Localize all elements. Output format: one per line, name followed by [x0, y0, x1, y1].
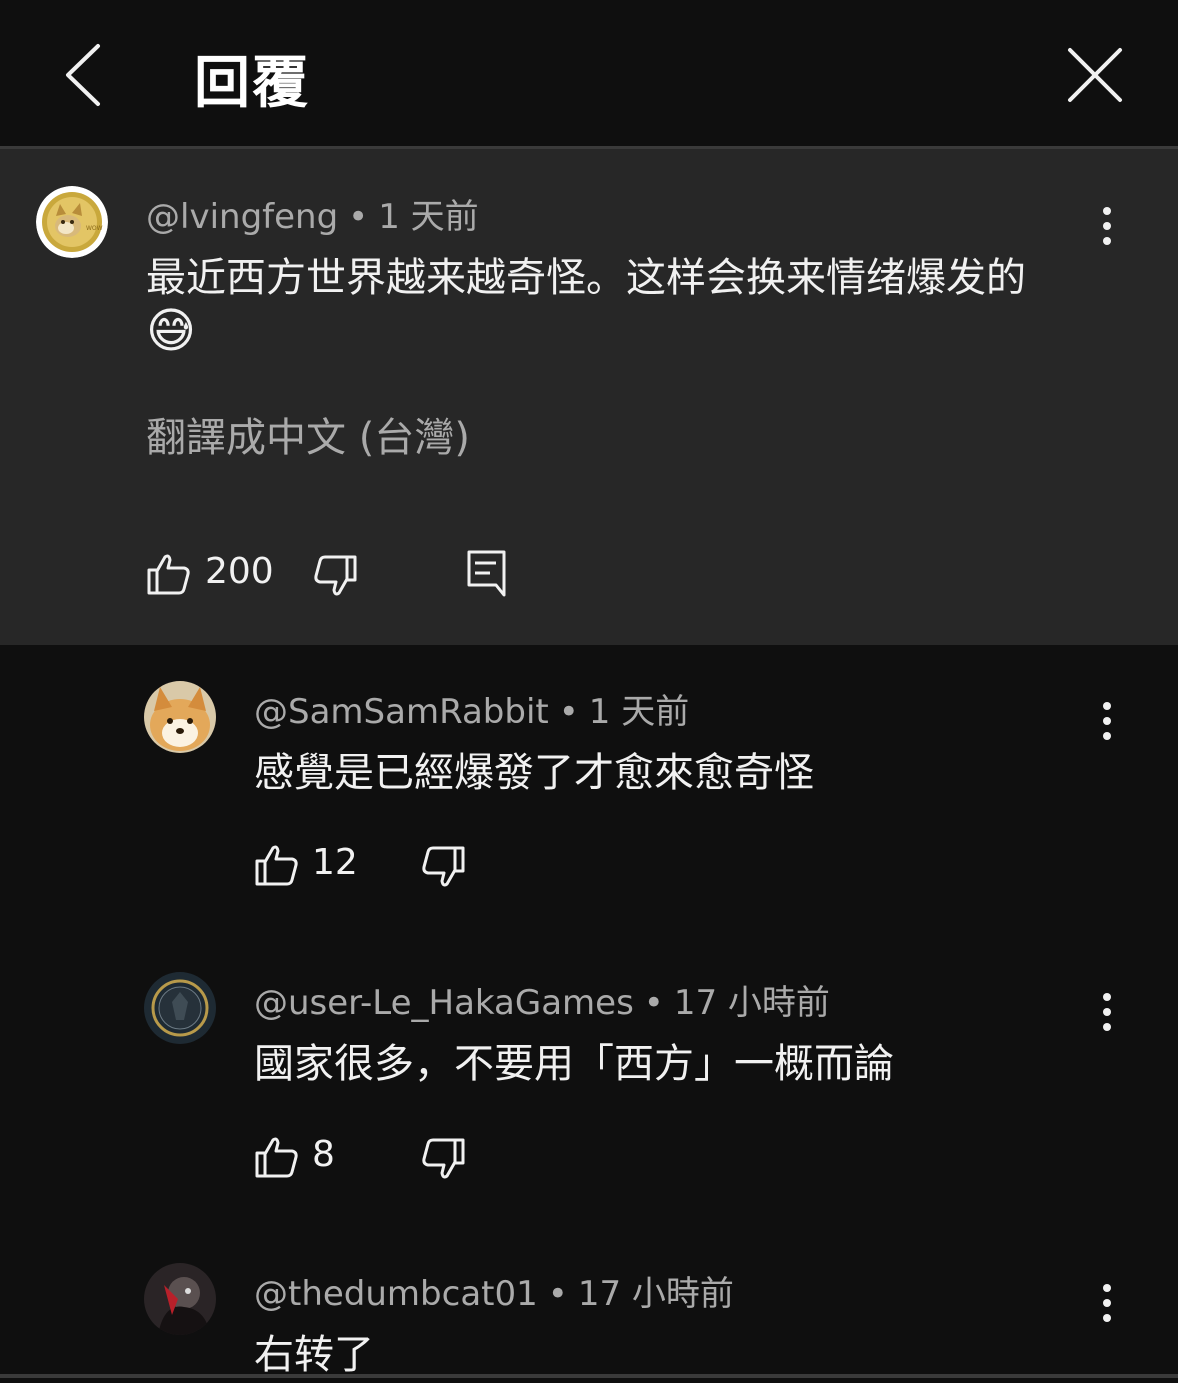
comment-text: 感覺是已經爆發了才愈來愈奇怪: [254, 750, 814, 796]
more-vert-icon-dot: [1103, 1023, 1111, 1031]
avatar[interactable]: WOW: [36, 186, 108, 258]
close-icon: [1068, 48, 1122, 102]
more-vert-icon: [1103, 207, 1111, 215]
emoji-sweat-smile: 😅: [146, 303, 197, 359]
meta-separator: •: [348, 197, 369, 237]
doge-coin-avatar-icon: WOW: [36, 186, 108, 258]
thumbs-up-icon: [147, 554, 190, 595]
like-count: 200: [205, 551, 274, 592]
dislike-button[interactable]: [420, 844, 466, 890]
comment-time: 1 天前: [378, 197, 479, 237]
thumbs-up-icon: [255, 1137, 298, 1178]
like-button[interactable]: [254, 842, 300, 888]
thumbs-down-icon: [422, 1138, 465, 1179]
dislike-button[interactable]: [312, 553, 358, 599]
more-vert-icon: [1103, 1284, 1111, 1292]
page-title: 回覆: [194, 51, 310, 116]
parent-comment: WOW @lvingfeng • 1 天前 最近西方世界越来越奇怪。这样会换来情绪爆…: [0, 149, 1178, 645]
more-options-button[interactable]: [1092, 697, 1122, 747]
avatar[interactable]: [144, 972, 216, 1044]
more-vert-icon-dot: [1103, 237, 1111, 245]
more-options-button[interactable]: [1092, 202, 1122, 252]
more-vert-icon-dot: [1103, 1008, 1111, 1016]
more-options-button[interactable]: [1092, 1279, 1122, 1329]
comment-reply-icon: [467, 550, 506, 597]
ring-emblem-avatar-icon: [144, 972, 216, 1044]
comment-text: 右转了: [254, 1332, 374, 1378]
thumbs-down-icon: [422, 846, 465, 887]
like-button[interactable]: [254, 1134, 300, 1180]
back-button[interactable]: [56, 40, 116, 110]
like-count: 8: [312, 1134, 335, 1175]
more-vert-icon-dot: [1103, 732, 1111, 740]
comment-time: 17 小時前: [577, 1274, 734, 1314]
avatar[interactable]: [144, 1263, 216, 1335]
thumbs-down-icon: [314, 555, 357, 596]
more-vert-icon: [1103, 993, 1111, 1001]
comment-author[interactable]: @SamSamRabbit: [254, 692, 549, 732]
comment-time: 1 天前: [588, 692, 690, 732]
comment-text: 最近西方世界越来越奇怪。这样会换来情绪爆发的: [146, 255, 1026, 301]
comment-time: 17 小時前: [673, 983, 830, 1023]
bottom-divider: [0, 1374, 1178, 1378]
meta-separator: •: [558, 692, 579, 732]
more-vert-icon-dot: [1103, 222, 1111, 230]
header-bar: 回覆: [0, 0, 1178, 149]
comment-meta: @lvingfeng • 1 天前: [146, 189, 479, 238]
dark-figure-avatar-icon: [144, 1263, 216, 1335]
comment-meta: @thedumbcat01 • 17 小時前: [254, 1266, 734, 1315]
chevron-left-icon: [66, 44, 100, 106]
like-count: 12: [312, 842, 358, 883]
comment-meta: @SamSamRabbit • 1 天前: [254, 684, 689, 733]
close-button[interactable]: [1062, 42, 1128, 108]
comment-text: 國家很多，不要用「西方」一概而論: [254, 1041, 894, 1087]
more-vert-icon-dot: [1103, 717, 1111, 725]
more-vert-icon: [1103, 702, 1111, 710]
reply-button[interactable]: [464, 549, 510, 597]
more-vert-icon-dot: [1103, 1299, 1111, 1307]
more-options-button[interactable]: [1092, 988, 1122, 1038]
translate-link[interactable]: 翻譯成中文 (台灣): [146, 405, 470, 463]
avatar[interactable]: [144, 681, 216, 753]
meta-separator: •: [643, 983, 664, 1023]
shiba-avatar-icon: [144, 681, 216, 753]
thumbs-up-icon: [255, 845, 298, 886]
dislike-button[interactable]: [420, 1136, 466, 1182]
meta-separator: •: [547, 1274, 568, 1314]
svg-text:WOW: WOW: [86, 225, 103, 232]
more-vert-icon-dot: [1103, 1314, 1111, 1322]
comment-author[interactable]: @lvingfeng: [146, 197, 338, 237]
like-button[interactable]: [146, 551, 192, 597]
comment-author[interactable]: @thedumbcat01: [254, 1274, 538, 1314]
comment-meta: @user-Le_HakaGames • 17 小時前: [254, 975, 830, 1024]
comment-author[interactable]: @user-Le_HakaGames: [254, 983, 634, 1023]
